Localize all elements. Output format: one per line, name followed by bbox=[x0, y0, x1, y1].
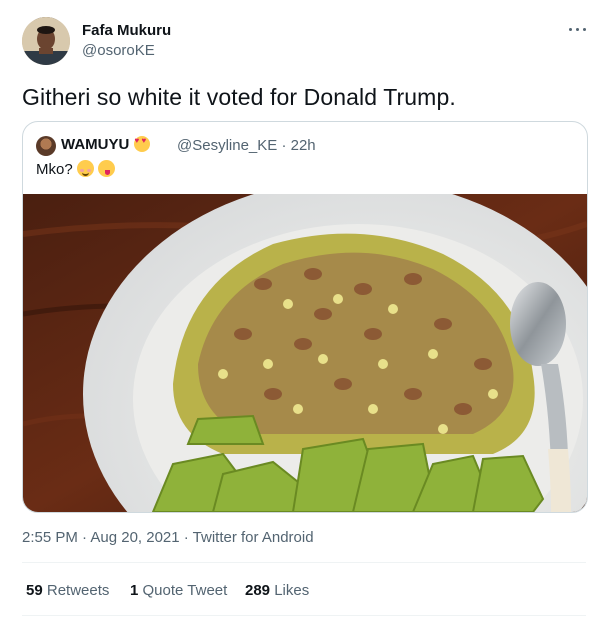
quotes-count: 1 bbox=[130, 582, 139, 599]
author-name[interactable]: Fafa Mukuru bbox=[82, 22, 171, 39]
retweets-stat[interactable]: 59 Retweets bbox=[26, 582, 109, 599]
retweets-count: 59 bbox=[26, 582, 43, 599]
quote-tweets-stat[interactable]: 1 Quote Tweet bbox=[130, 582, 227, 599]
divider-top bbox=[22, 562, 586, 563]
savoring-food-emoji-icon bbox=[98, 160, 116, 177]
quoted-meta: @Sesyline_KE · 22h bbox=[177, 137, 316, 154]
quoted-author-handle[interactable]: @Sesyline_KE bbox=[177, 137, 277, 154]
likes-label: Likes bbox=[274, 582, 310, 599]
author-avatar[interactable] bbox=[22, 17, 70, 65]
author-handle[interactable]: @osoroKE bbox=[82, 42, 155, 59]
quoted-author-name[interactable]: WAMUYU bbox=[61, 136, 129, 153]
quoted-time[interactable]: 22h bbox=[291, 137, 316, 154]
smiling-face-emoji-icon bbox=[76, 160, 94, 177]
quoted-text: Mko? bbox=[36, 161, 73, 178]
tweet-text: Githeri so white it voted for Donald Tru… bbox=[22, 84, 456, 110]
likes-count: 289 bbox=[245, 582, 271, 599]
retweets-label: Retweets bbox=[46, 582, 110, 599]
quotes-label: Quote Tweet bbox=[142, 582, 228, 599]
likes-stat[interactable]: 289 Likes bbox=[245, 582, 309, 599]
quoted-author-name-row[interactable]: WAMUYU bbox=[61, 136, 150, 153]
quoted-tweet[interactable]: WAMUYU @Sesyline_KE · 22h Mko? bbox=[22, 121, 588, 513]
tweet-timestamp[interactable]: 2:55 PM · Aug 20, 2021 · Twitter for And… bbox=[22, 529, 314, 546]
quoted-author-avatar[interactable] bbox=[36, 136, 56, 156]
more-icon[interactable] bbox=[566, 19, 590, 39]
tweet-card: Fafa Mukuru @osoroKE Githeri so white it… bbox=[0, 0, 613, 619]
heart-eyes-emoji-icon bbox=[133, 136, 150, 152]
quoted-photo[interactable] bbox=[23, 194, 587, 512]
quoted-text-row: Mko? bbox=[36, 160, 116, 178]
divider-bottom bbox=[22, 615, 586, 616]
meta-separator: · bbox=[277, 137, 291, 154]
